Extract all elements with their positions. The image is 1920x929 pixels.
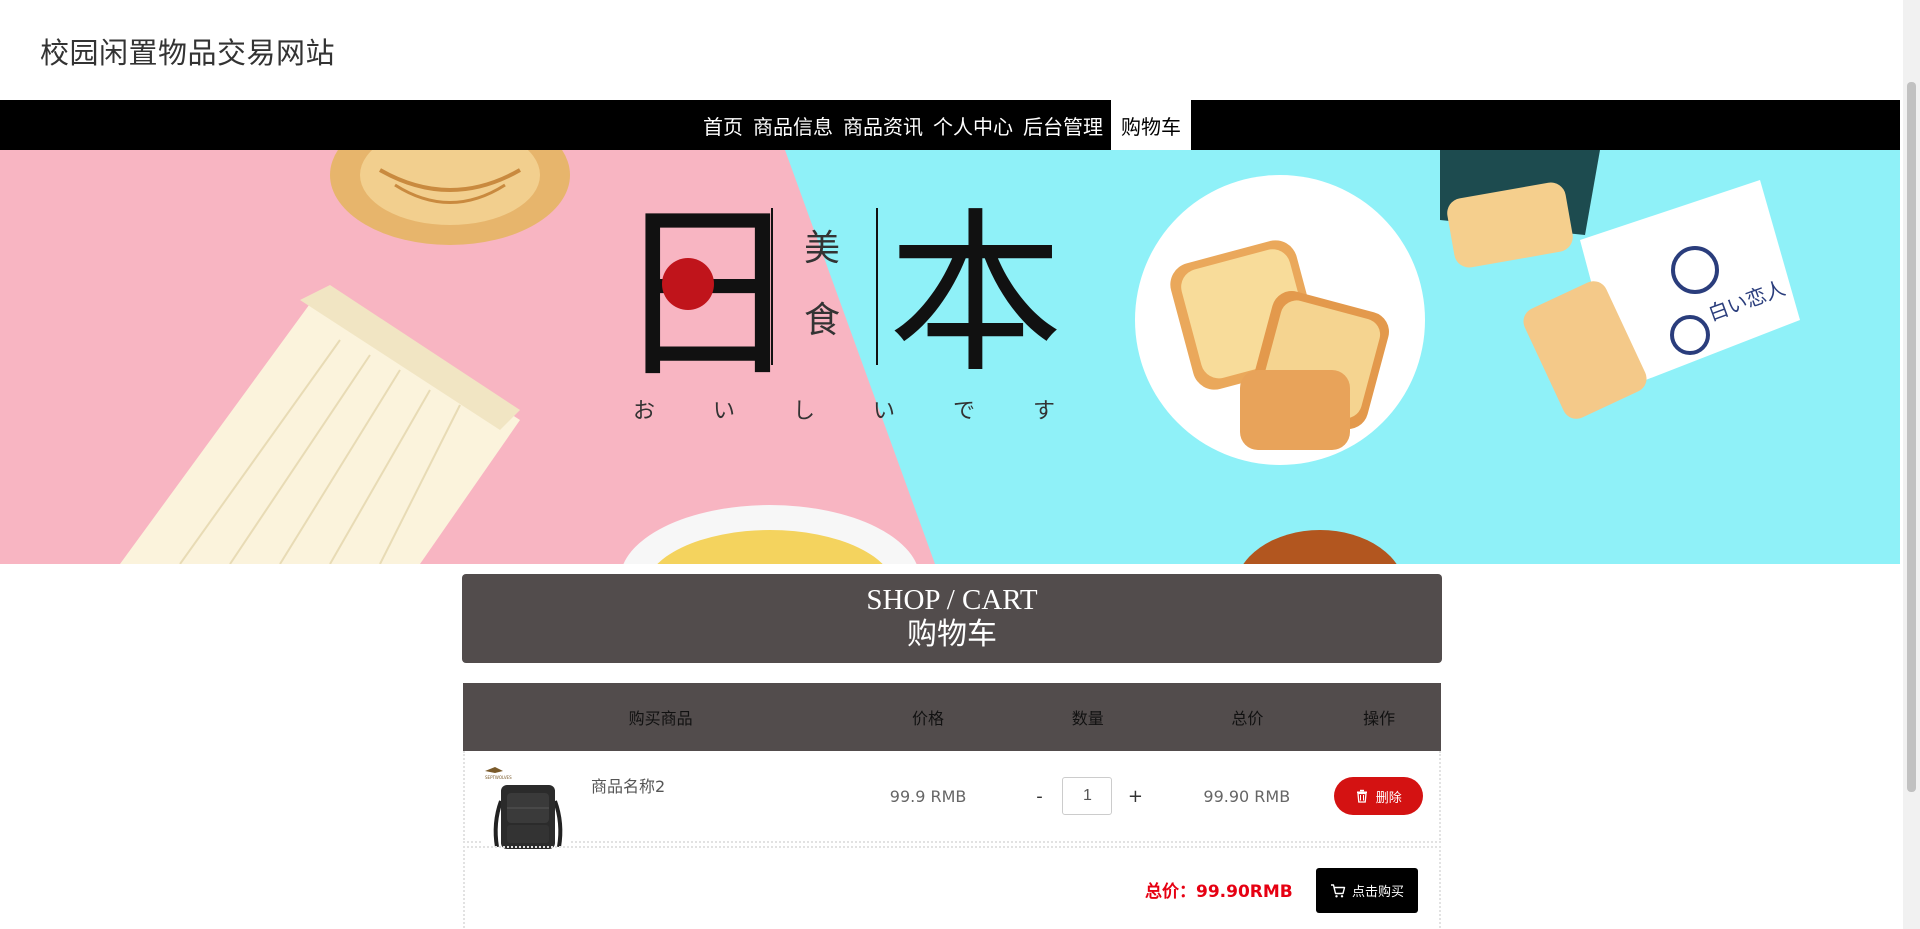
product-subtotal: 99.90 RMB — [1203, 786, 1291, 806]
col-header-goods: 购买商品 — [628, 709, 693, 728]
banner-image: 白い恋人 日 美 食 本 お い し い で す — [0, 150, 1900, 564]
kana-1: お — [633, 399, 655, 424]
qty-decrease-button[interactable]: - — [1028, 786, 1050, 807]
operation-cell: 删除 — [1318, 777, 1440, 815]
col-header-price: 价格 — [912, 709, 945, 728]
product-price: 99.9 RMB — [889, 786, 967, 806]
banner-char-right: 本 — [888, 194, 1063, 397]
cart-icon — [1330, 883, 1346, 897]
cart-section: SHOP / CART 购物车 购买商品 价格 数量 总价 操作 SEPTWOL… — [462, 574, 1442, 929]
delete-label: 删除 — [1375, 790, 1402, 806]
checkout-label: 点击购买 — [1351, 885, 1404, 900]
cart-table-header: 购买商品 价格 数量 总价 操作 — [463, 683, 1441, 751]
product-name[interactable]: 商品名称2 — [591, 773, 665, 797]
checkout-button[interactable]: 点击购买 — [1316, 868, 1418, 913]
page: 校园闲置物品交易网站 首页 商品信息 商品资讯 个人中心 后台管理 购物车 白い… — [0, 0, 1920, 929]
cookie-plate-image — [1135, 175, 1425, 465]
quantity-stepper: - + — [999, 777, 1176, 815]
banner-char-mei: 美 — [804, 228, 840, 269]
cart-summary: 总价：99.90RMB 点击购买 — [463, 846, 1441, 929]
banner-char-shi: 食 — [804, 300, 840, 341]
svg-text:SEPTWOLVES: SEPTWOLVES — [485, 775, 512, 780]
col-header-qty: 数量 — [1071, 709, 1104, 728]
nav-item-personal-center[interactable]: 个人中心 — [928, 100, 1018, 150]
kana-6: す — [1033, 399, 1055, 424]
kana-2: い — [713, 399, 735, 424]
nav-item-goods-info[interactable]: 商品信息 — [748, 100, 838, 150]
trash-icon — [1356, 789, 1367, 803]
col-header-op: 操作 — [1363, 709, 1396, 728]
delete-button[interactable]: 删除 — [1333, 777, 1423, 815]
quantity-cell: - + — [999, 777, 1176, 815]
nav-item-admin[interactable]: 后台管理 — [1018, 100, 1108, 150]
kana-3: し — [793, 399, 815, 424]
main-navbar: 首页 商品信息 商品资讯 个人中心 后台管理 购物车 — [0, 100, 1900, 150]
scrollbar-thumb[interactable] — [1907, 82, 1916, 792]
page-scrollbar[interactable] — [1903, 0, 1920, 929]
site-title[interactable]: 校园闲置物品交易网站 — [40, 30, 335, 72]
cart-total: 总价：99.90RMB — [1145, 882, 1293, 902]
product-bag-image[interactable]: SEPTWOLVES — [481, 763, 571, 853]
nav-item-goods-news[interactable]: 商品资讯 — [838, 100, 928, 150]
goods-cell: SEPTWOLVES 商品名称2 — [465, 751, 857, 853]
qty-increase-button[interactable]: + — [1124, 786, 1146, 807]
kana-4: い — [873, 399, 895, 424]
cart-title-zh: 购物车 — [907, 618, 997, 651]
kana-5: で — [953, 399, 975, 424]
col-header-total: 总价 — [1231, 709, 1264, 728]
cart-table: 购买商品 价格 数量 总价 操作 SEPTWOLVES 商品名称2 99.9 R… — [463, 683, 1441, 853]
red-sun-dot — [662, 258, 714, 310]
table-row: SEPTWOLVES 商品名称2 99.9 RMB - 1 + 99.90 RM… — [463, 751, 1441, 853]
qty-input[interactable] — [1062, 777, 1113, 815]
nav-item-home[interactable]: 首页 — [698, 100, 748, 150]
cart-title-box: SHOP / CART 购物车 — [462, 574, 1442, 663]
hero-banner: 白い恋人 日 美 食 本 お い し い で す — [0, 150, 1900, 564]
nav-item-cart[interactable]: 购物车 — [1111, 100, 1191, 150]
site-header: 校园闲置物品交易网站 — [0, 0, 1900, 100]
cart-title-en: SHOP / CART — [866, 584, 1038, 616]
